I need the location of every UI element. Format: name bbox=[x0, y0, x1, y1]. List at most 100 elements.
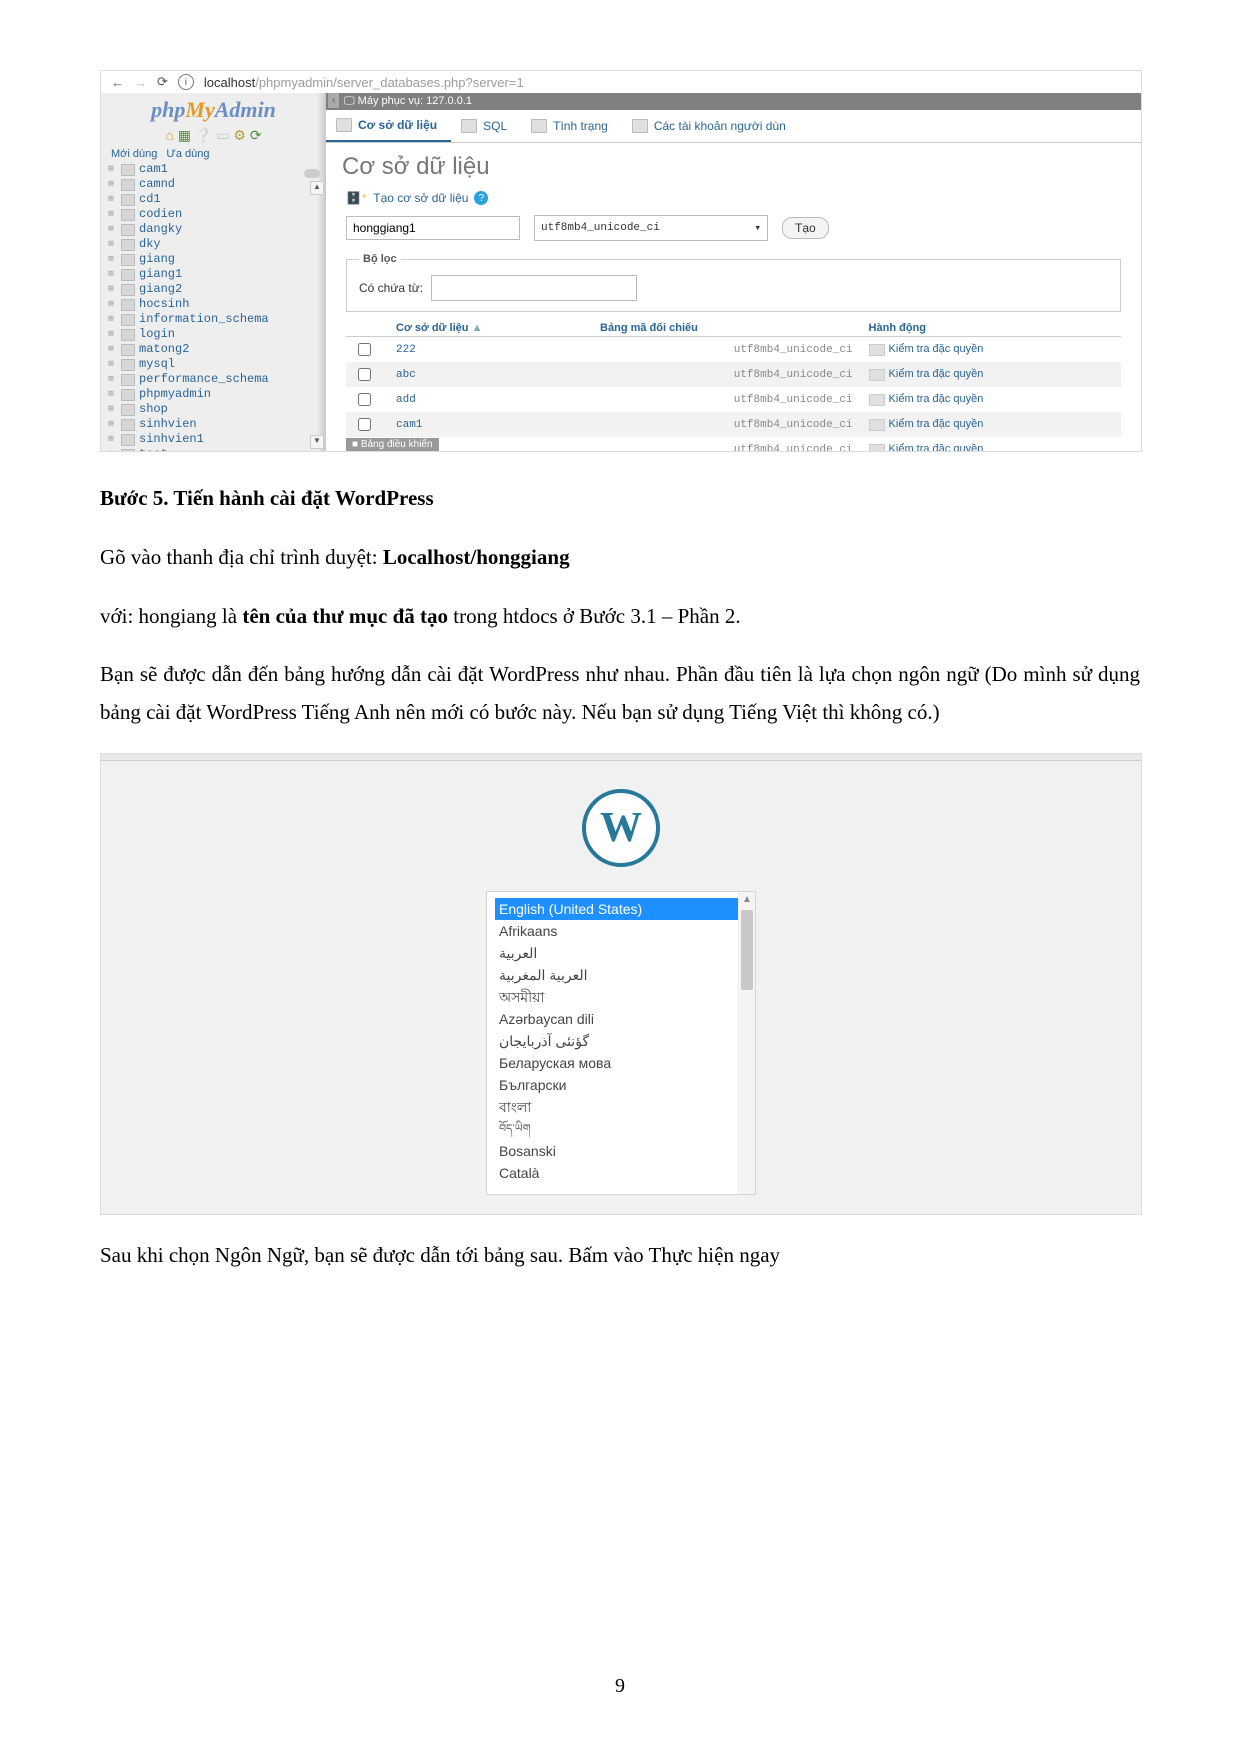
language-option[interactable]: བོད་ཡིག bbox=[495, 1118, 755, 1140]
expand-icon[interactable]: ⊞ bbox=[105, 372, 117, 387]
sidebar-db-item[interactable]: ⊞test bbox=[105, 447, 322, 452]
pma-toolbar-icons[interactable]: ⌂ ▦ ❔ ▭ ⚙ ⟳ bbox=[101, 127, 326, 144]
language-option[interactable]: বাংলা bbox=[495, 1096, 755, 1118]
language-option[interactable]: অসমীয়া bbox=[495, 986, 755, 1008]
scrollbar[interactable]: ▲ bbox=[738, 892, 755, 1194]
tab-databases[interactable]: Cơ sở dữ liệu bbox=[326, 110, 451, 142]
language-option[interactable]: Azərbaycan dili bbox=[495, 1008, 755, 1030]
sidebar-db-item[interactable]: ⊞giang bbox=[105, 252, 322, 267]
sidebar-db-item[interactable]: ⊞giang1 bbox=[105, 267, 322, 282]
expand-icon[interactable]: ⊞ bbox=[105, 342, 117, 357]
expand-icon[interactable]: ⊞ bbox=[105, 207, 117, 222]
sidebar-db-item[interactable]: ⊞dangky bbox=[105, 222, 322, 237]
language-option[interactable]: العربية المغربية bbox=[495, 964, 755, 986]
reload-icon[interactable]: ⟳ bbox=[157, 74, 168, 90]
expand-icon[interactable]: ⊞ bbox=[105, 432, 117, 447]
tab-users[interactable]: Các tài khoản người dùn bbox=[622, 110, 800, 142]
url[interactable]: localhost/phpmyadmin/server_databases.ph… bbox=[204, 75, 524, 90]
help-icon[interactable]: ? bbox=[474, 191, 488, 205]
expand-icon[interactable]: ⊞ bbox=[105, 177, 117, 192]
console-bar[interactable]: ■ Bảng điều khiển bbox=[346, 438, 439, 451]
sidebar-db-item[interactable]: ⊞cam1 bbox=[105, 162, 322, 177]
row-checkbox[interactable] bbox=[358, 393, 371, 406]
language-option[interactable]: Català bbox=[495, 1162, 755, 1184]
check-privileges-link[interactable]: Kiểm tra đặc quyền bbox=[889, 418, 984, 430]
row-checkbox[interactable] bbox=[358, 343, 371, 356]
database-tree[interactable]: ⊞cam1⊞camnd⊞cd1⊞codien⊞dangky⊞dky⊞giang⊞… bbox=[101, 162, 326, 452]
sidebar-db-item[interactable]: ⊞login bbox=[105, 327, 322, 342]
scroll-thumb[interactable] bbox=[741, 910, 753, 990]
row-checkbox[interactable] bbox=[358, 418, 371, 431]
cell-db-name[interactable]: add bbox=[388, 387, 592, 412]
help-icon[interactable]: ❔ bbox=[195, 127, 212, 143]
expand-icon[interactable]: ⊞ bbox=[105, 162, 117, 177]
cell-db-name[interactable]: 222 bbox=[388, 337, 592, 363]
expand-icon[interactable]: ⊞ bbox=[105, 357, 117, 372]
expand-icon[interactable]: ⊞ bbox=[105, 417, 117, 432]
sidebar-db-item[interactable]: ⊞sinhvien1 bbox=[105, 432, 322, 447]
tab-sql[interactable]: SQL bbox=[451, 110, 521, 142]
expand-icon[interactable]: ⊞ bbox=[105, 297, 117, 312]
row-checkbox[interactable] bbox=[358, 368, 371, 381]
sidebar-db-item[interactable]: ⊞hocsinh bbox=[105, 297, 322, 312]
scroll-up-icon[interactable]: ▲ bbox=[310, 181, 324, 195]
language-option[interactable]: Afrikaans bbox=[495, 920, 755, 942]
db-name-input[interactable] bbox=[346, 216, 520, 240]
sidebar-db-item[interactable]: ⊞camnd bbox=[105, 177, 322, 192]
filter-pill[interactable] bbox=[304, 169, 320, 178]
home-icon[interactable]: ⌂ bbox=[165, 127, 173, 143]
scroll-up-icon[interactable]: ▲ bbox=[742, 894, 752, 905]
expand-icon[interactable]: ⊞ bbox=[105, 222, 117, 237]
language-option[interactable]: Беларуская мова bbox=[495, 1052, 755, 1074]
language-option[interactable]: العربية bbox=[495, 942, 755, 964]
language-option[interactable]: Bosanski bbox=[495, 1140, 755, 1162]
language-option[interactable]: گؤنئی آذربایجان bbox=[495, 1030, 755, 1052]
tab-status[interactable]: Tình trạng bbox=[521, 110, 622, 142]
sidebar-db-item[interactable]: ⊞matong2 bbox=[105, 342, 322, 357]
expand-icon[interactable]: ⊞ bbox=[105, 237, 117, 252]
reload-db-icon[interactable]: ⟳ bbox=[250, 127, 262, 143]
sidebar-db-item[interactable]: ⊞phpmyadmin bbox=[105, 387, 322, 402]
sidebar-db-item[interactable]: ⊞performance_schema bbox=[105, 372, 322, 387]
sidebar-db-item[interactable]: ⊞sinhvien bbox=[105, 417, 322, 432]
scroll-down-icon[interactable]: ▼ bbox=[310, 435, 324, 449]
expand-icon[interactable]: ⊞ bbox=[105, 402, 117, 417]
expand-icon[interactable]: ⊞ bbox=[105, 327, 117, 342]
sidebar-db-item[interactable]: ⊞cd1 bbox=[105, 192, 322, 207]
forward-icon[interactable]: → bbox=[134, 75, 147, 90]
collation-select[interactable]: utf8mb4_unicode_ci ▾ bbox=[534, 215, 768, 241]
check-privileges-link[interactable]: Kiểm tra đặc quyền bbox=[889, 443, 984, 452]
sql-icon[interactable]: ▦ bbox=[178, 127, 191, 143]
filter-input[interactable] bbox=[431, 275, 637, 301]
expand-icon[interactable]: ⊞ bbox=[105, 252, 117, 267]
expand-icon[interactable]: ⊞ bbox=[105, 267, 117, 282]
collapse-icon[interactable]: ‹ bbox=[328, 93, 339, 108]
sidebar-db-item[interactable]: ⊞codien bbox=[105, 207, 322, 222]
sidebar-db-item[interactable]: ⊞information_schema bbox=[105, 312, 322, 327]
cell-db-name[interactable]: abc bbox=[388, 362, 592, 387]
sidebar-db-item[interactable]: ⊞giang2 bbox=[105, 282, 322, 297]
language-option[interactable]: English (United States) bbox=[495, 898, 755, 920]
sidebar-db-item[interactable]: ⊞dky bbox=[105, 237, 322, 252]
check-privileges-link[interactable]: Kiểm tra đặc quyền bbox=[889, 368, 984, 380]
cell-db-name[interactable]: cam1 bbox=[388, 412, 592, 437]
check-privileges-link[interactable]: Kiểm tra đặc quyền bbox=[889, 393, 984, 405]
expand-icon[interactable]: ⊞ bbox=[105, 387, 117, 402]
expand-icon[interactable]: ⊞ bbox=[105, 312, 117, 327]
settings-icon[interactable]: ⚙ bbox=[233, 127, 246, 143]
recent-favorites[interactable]: Mới dùng Ưa dùng bbox=[101, 144, 326, 162]
language-option[interactable]: Български bbox=[495, 1074, 755, 1096]
check-privileges-link[interactable]: Kiểm tra đặc quyền bbox=[889, 343, 984, 355]
col-collation[interactable]: Bảng mã đối chiếu bbox=[592, 320, 861, 337]
language-select-box[interactable]: ▲ English (United States)Afrikaansالعربي… bbox=[486, 891, 756, 1195]
expand-icon[interactable]: ⊞ bbox=[105, 192, 117, 207]
info-icon[interactable]: i bbox=[178, 74, 194, 90]
back-icon[interactable]: ← bbox=[111, 75, 124, 90]
expand-icon[interactable]: ⊞ bbox=[105, 282, 117, 297]
docs-icon[interactable]: ▭ bbox=[216, 127, 229, 143]
sidebar-db-item[interactable]: ⊞mysql bbox=[105, 357, 322, 372]
create-button[interactable]: Tạo bbox=[782, 217, 829, 239]
sidebar-db-item[interactable]: ⊞shop bbox=[105, 402, 322, 417]
expand-icon[interactable]: ⊞ bbox=[105, 447, 117, 452]
col-db[interactable]: Cơ sở dữ liệu ▲ bbox=[388, 320, 592, 337]
